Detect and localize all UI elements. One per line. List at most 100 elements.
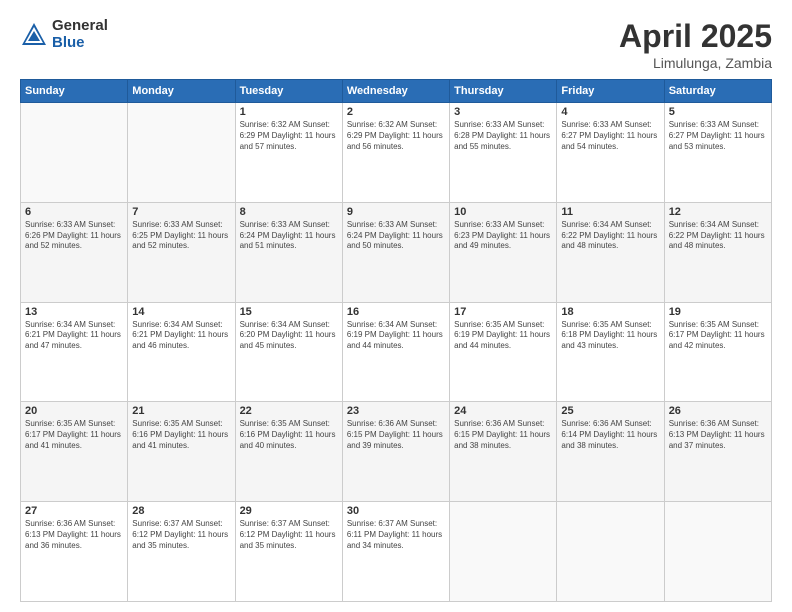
logo-text: General Blue	[52, 18, 108, 51]
day-number: 21	[132, 405, 230, 417]
table-row: 27Sunrise: 6:36 AM Sunset: 6:13 PM Dayli…	[21, 502, 128, 602]
table-row: 29 Sunrise: 6:37 AM Sunset: 6:12 PM Dayli…	[235, 502, 342, 602]
day-number: 17	[454, 306, 552, 318]
day-number: 11	[561, 206, 659, 218]
table-row: 15 Sunrise: 6:34 AM Sunset: 6:20 PM Dayli…	[235, 302, 342, 402]
table-row: 25 Sunrise: 6:36 AM Sunset: 6:14 PM Dayli…	[557, 402, 664, 502]
table-row: 5Sunrise: 6:33 AM Sunset: 6:27 PM Daylig…	[664, 103, 771, 203]
day-info: Sunrise: 6:36 AM Sunset: 6:15 PM Dayligh…	[454, 419, 552, 451]
day-number: 13	[25, 306, 123, 318]
header-row: Sunday Monday Tuesday Wednesday Thursday…	[21, 80, 772, 103]
table-row: 11 Sunrise: 6:34 AM Sunset: 6:22 PM Dayli…	[557, 202, 664, 302]
day-info: Sunrise: 6:34 AM Sunset: 6:22 PM Dayligh…	[561, 220, 659, 252]
calendar-table: Sunday Monday Tuesday Wednesday Thursday…	[20, 79, 772, 602]
col-thursday: Thursday	[450, 80, 557, 103]
day-number: 28	[132, 505, 230, 517]
day-number: 24	[454, 405, 552, 417]
calendar-week-row: 20 Sunrise: 6:35 AM Sunset: 6:17 PM Dayli…	[21, 402, 772, 502]
day-info: Sunrise: 6:35 AM Sunset: 6:16 PM Dayligh…	[240, 419, 338, 451]
table-row	[450, 502, 557, 602]
table-row: 21 Sunrise: 6:35 AM Sunset: 6:16 PM Dayli…	[128, 402, 235, 502]
day-info: Sunrise: 6:33 AM Sunset: 6:25 PM Dayligh…	[132, 220, 230, 252]
day-info: Sunrise: 6:37 AM Sunset: 6:12 PM Dayligh…	[240, 519, 338, 551]
table-row: 22 Sunrise: 6:35 AM Sunset: 6:16 PM Dayli…	[235, 402, 342, 502]
day-number: 6	[25, 206, 123, 218]
page: General Blue April 2025 Limulunga, Zambi…	[0, 0, 792, 612]
table-row: 14 Sunrise: 6:34 AM Sunset: 6:21 PM Dayli…	[128, 302, 235, 402]
day-number: 1	[240, 106, 338, 118]
day-number: 20	[25, 405, 123, 417]
table-row: 20 Sunrise: 6:35 AM Sunset: 6:17 PM Dayli…	[21, 402, 128, 502]
day-number: 23	[347, 405, 445, 417]
day-number: 29	[240, 505, 338, 517]
table-row: 16Sunrise: 6:34 AM Sunset: 6:19 PM Dayli…	[342, 302, 449, 402]
table-row: 23Sunrise: 6:36 AM Sunset: 6:15 PM Dayli…	[342, 402, 449, 502]
day-number: 18	[561, 306, 659, 318]
table-row: 8Sunrise: 6:33 AM Sunset: 6:24 PM Daylig…	[235, 202, 342, 302]
day-number: 9	[347, 206, 445, 218]
day-info: Sunrise: 6:35 AM Sunset: 6:17 PM Dayligh…	[669, 320, 767, 352]
table-row	[557, 502, 664, 602]
logo: General Blue	[20, 18, 108, 51]
day-number: 25	[561, 405, 659, 417]
logo-icon	[20, 21, 48, 49]
calendar-header: Sunday Monday Tuesday Wednesday Thursday…	[21, 80, 772, 103]
table-row: 26Sunrise: 6:36 AM Sunset: 6:13 PM Dayli…	[664, 402, 771, 502]
day-number: 14	[132, 306, 230, 318]
day-info: Sunrise: 6:35 AM Sunset: 6:17 PM Dayligh…	[25, 419, 123, 451]
day-info: Sunrise: 6:36 AM Sunset: 6:14 PM Dayligh…	[561, 419, 659, 451]
table-row: 12Sunrise: 6:34 AM Sunset: 6:22 PM Dayli…	[664, 202, 771, 302]
day-info: Sunrise: 6:37 AM Sunset: 6:12 PM Dayligh…	[132, 519, 230, 551]
table-row: 18Sunrise: 6:35 AM Sunset: 6:18 PM Dayli…	[557, 302, 664, 402]
day-info: Sunrise: 6:32 AM Sunset: 6:29 PM Dayligh…	[240, 120, 338, 152]
col-friday: Friday	[557, 80, 664, 103]
table-row	[21, 103, 128, 203]
day-number: 15	[240, 306, 338, 318]
day-info: Sunrise: 6:33 AM Sunset: 6:28 PM Dayligh…	[454, 120, 552, 152]
day-number: 4	[561, 106, 659, 118]
table-row: 3 Sunrise: 6:33 AM Sunset: 6:28 PM Daylig…	[450, 103, 557, 203]
day-number: 8	[240, 206, 338, 218]
table-row: 17 Sunrise: 6:35 AM Sunset: 6:19 PM Dayli…	[450, 302, 557, 402]
day-info: Sunrise: 6:33 AM Sunset: 6:23 PM Dayligh…	[454, 220, 552, 252]
calendar-title: April 2025	[619, 18, 772, 55]
day-number: 7	[132, 206, 230, 218]
day-info: Sunrise: 6:35 AM Sunset: 6:19 PM Dayligh…	[454, 320, 552, 352]
day-number: 10	[454, 206, 552, 218]
table-row: 9 Sunrise: 6:33 AM Sunset: 6:24 PM Daylig…	[342, 202, 449, 302]
title-block: April 2025 Limulunga, Zambia	[619, 18, 772, 71]
table-row: 30 Sunrise: 6:37 AM Sunset: 6:11 PM Dayli…	[342, 502, 449, 602]
day-info: Sunrise: 6:32 AM Sunset: 6:29 PM Dayligh…	[347, 120, 445, 152]
calendar-week-row: 13 Sunrise: 6:34 AM Sunset: 6:21 PM Dayli…	[21, 302, 772, 402]
col-tuesday: Tuesday	[235, 80, 342, 103]
day-number: 2	[347, 106, 445, 118]
day-info: Sunrise: 6:34 AM Sunset: 6:20 PM Dayligh…	[240, 320, 338, 352]
calendar-body: 1 Sunrise: 6:32 AM Sunset: 6:29 PM Daylig…	[21, 103, 772, 602]
day-info: Sunrise: 6:33 AM Sunset: 6:27 PM Dayligh…	[669, 120, 767, 152]
table-row: 10 Sunrise: 6:33 AM Sunset: 6:23 PM Dayli…	[450, 202, 557, 302]
day-info: Sunrise: 6:34 AM Sunset: 6:19 PM Dayligh…	[347, 320, 445, 352]
calendar-location: Limulunga, Zambia	[619, 55, 772, 71]
table-row	[128, 103, 235, 203]
day-info: Sunrise: 6:35 AM Sunset: 6:16 PM Dayligh…	[132, 419, 230, 451]
day-number: 19	[669, 306, 767, 318]
day-info: Sunrise: 6:33 AM Sunset: 6:24 PM Dayligh…	[347, 220, 445, 252]
day-info: Sunrise: 6:34 AM Sunset: 6:21 PM Dayligh…	[25, 320, 123, 352]
logo-general-text: General	[52, 18, 108, 35]
header: General Blue April 2025 Limulunga, Zambi…	[20, 18, 772, 71]
table-row: 19 Sunrise: 6:35 AM Sunset: 6:17 PM Dayli…	[664, 302, 771, 402]
col-monday: Monday	[128, 80, 235, 103]
table-row: 4Sunrise: 6:33 AM Sunset: 6:27 PM Daylig…	[557, 103, 664, 203]
day-number: 3	[454, 106, 552, 118]
day-info: Sunrise: 6:37 AM Sunset: 6:11 PM Dayligh…	[347, 519, 445, 551]
table-row: 24 Sunrise: 6:36 AM Sunset: 6:15 PM Dayli…	[450, 402, 557, 502]
col-saturday: Saturday	[664, 80, 771, 103]
day-number: 22	[240, 405, 338, 417]
table-row: 2 Sunrise: 6:32 AM Sunset: 6:29 PM Daylig…	[342, 103, 449, 203]
table-row: 28 Sunrise: 6:37 AM Sunset: 6:12 PM Dayli…	[128, 502, 235, 602]
day-info: Sunrise: 6:34 AM Sunset: 6:21 PM Dayligh…	[132, 320, 230, 352]
day-info: Sunrise: 6:33 AM Sunset: 6:26 PM Dayligh…	[25, 220, 123, 252]
table-row: 7 Sunrise: 6:33 AM Sunset: 6:25 PM Daylig…	[128, 202, 235, 302]
col-sunday: Sunday	[21, 80, 128, 103]
day-number: 30	[347, 505, 445, 517]
